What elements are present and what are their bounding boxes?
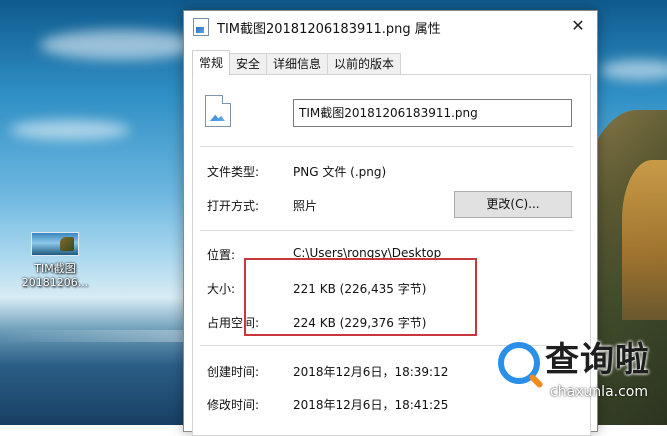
file-type-label: 文件类型: [207,165,260,179]
cliff-highlight [622,160,667,320]
watermark-domain: chaxunla.com [550,384,648,400]
size-label: 大小: [207,282,236,296]
file-type-value: PNG 文件 (.png) [293,165,387,179]
close-icon[interactable]: ✕ [569,17,587,35]
desktop-icon-label-2: 20181206... [21,276,89,289]
desktop-icon-label-1: TIM截图 [34,262,76,275]
tab-details[interactable]: 详细信息 [266,53,329,75]
title-bar[interactable]: TIM截图20181206183911.png 属性 ✕ [184,11,597,43]
open-with-value: 照片 [293,199,318,213]
cloud [10,120,130,140]
cloud [40,30,200,60]
open-with-label: 打开方式: [207,199,260,213]
watermark: 查询啦 chaxunla.com [490,338,665,410]
tab-security[interactable]: 安全 [229,53,268,75]
magnifier-logo-icon [498,342,540,384]
location-label: 位置: [207,248,236,262]
desktop-file-icon[interactable]: TIM截图 20181206... [20,232,90,290]
tab-general[interactable]: 常规 [192,50,231,75]
created-value: 2018年12月6日，18:39:12 [293,365,449,379]
size-highlight-box [244,258,477,336]
cloud [600,60,667,80]
modified-label: 修改时间: [207,398,260,412]
divider [200,230,574,231]
image-file-icon [193,18,209,36]
modified-value: 2018年12月6日，18:41:25 [293,398,449,412]
tab-strip: 常规 安全 详细信息 以前的版本 [192,50,402,75]
image-thumbnail-icon [31,232,79,256]
tab-previous-versions[interactable]: 以前的版本 [327,53,402,75]
divider [200,146,574,147]
change-button[interactable]: 更改(C)... [454,191,572,218]
png-file-icon [205,95,231,127]
watermark-text: 查询啦 [545,340,650,380]
dialog-title: TIM截图20181206183911.png 属性 [217,21,441,37]
file-name-input[interactable]: TIM截图20181206183911.png [293,99,572,127]
created-label: 创建时间: [207,365,260,379]
